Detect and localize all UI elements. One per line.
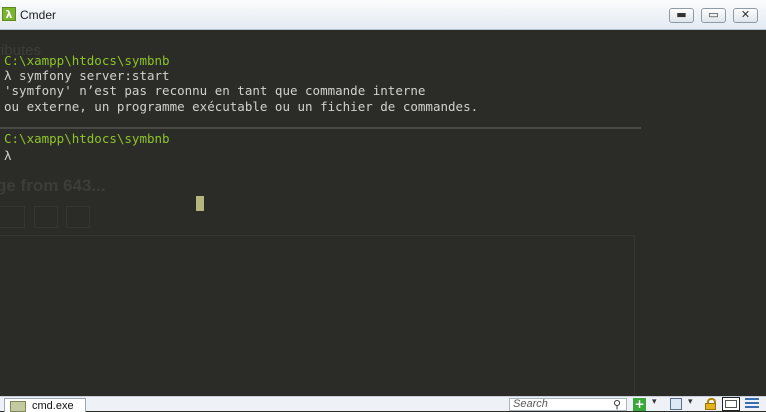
tab-label: cmd.exe [32, 400, 74, 412]
ghost-button [66, 206, 90, 228]
console-icon [10, 401, 26, 412]
close-button[interactable]: ✕ [733, 8, 758, 23]
new-console-button[interactable]: + [633, 398, 646, 411]
ghost-button [0, 206, 25, 228]
lock-icon[interactable] [705, 398, 716, 410]
maximize-button[interactable]: ▭ [701, 8, 726, 23]
terminal-output-line: 'symfony' n’est pas reconnu en tant que … [4, 83, 426, 98]
minimize-icon: ▬ [676, 8, 687, 21]
window-title: Cmder [20, 8, 57, 22]
tab-cmd-exe[interactable]: cmd.exe [4, 398, 86, 412]
terminal-console[interactable]: ributes ge from 643... C:\xampp\htdocs\s… [0, 30, 766, 396]
ghost-button [34, 206, 58, 228]
maximize-icon: ▭ [708, 8, 719, 21]
ghost-panel [0, 235, 635, 396]
chevron-down-icon[interactable]: ▾ [688, 397, 693, 407]
search-input[interactable]: Search [509, 398, 627, 411]
output-separator [0, 127, 641, 129]
window-view-button[interactable] [722, 397, 740, 411]
terminal-output-line: ou externe, un programme exécutable ou u… [4, 99, 479, 114]
terminal-command-line: λ symfony server:start [4, 68, 170, 83]
chevron-down-icon[interactable]: ▾ [652, 397, 657, 407]
minimize-button[interactable]: ▬ [669, 8, 694, 23]
terminal-path-line: C:\xampp\htdocs\symbnb [4, 131, 170, 146]
text-cursor [196, 196, 204, 211]
ghost-text-merge: ge from 643... [0, 176, 106, 195]
close-icon: ✕ [740, 8, 751, 21]
split-view-button[interactable] [670, 398, 682, 410]
hamburger-menu-icon[interactable] [745, 398, 759, 410]
terminal-path-line: C:\xampp\htdocs\symbnb [4, 53, 170, 68]
title-bar: λ Cmder ▬ ▭ ✕ [0, 0, 766, 30]
cmder-app-icon[interactable]: λ [2, 7, 16, 21]
terminal-prompt: λ [4, 148, 12, 163]
search-icon[interactable]: ⚲ [613, 398, 621, 411]
tab-bar: cmd.exe Search ⚲ + ▾ ▾ [0, 396, 766, 412]
search-placeholder: Search [513, 398, 548, 410]
